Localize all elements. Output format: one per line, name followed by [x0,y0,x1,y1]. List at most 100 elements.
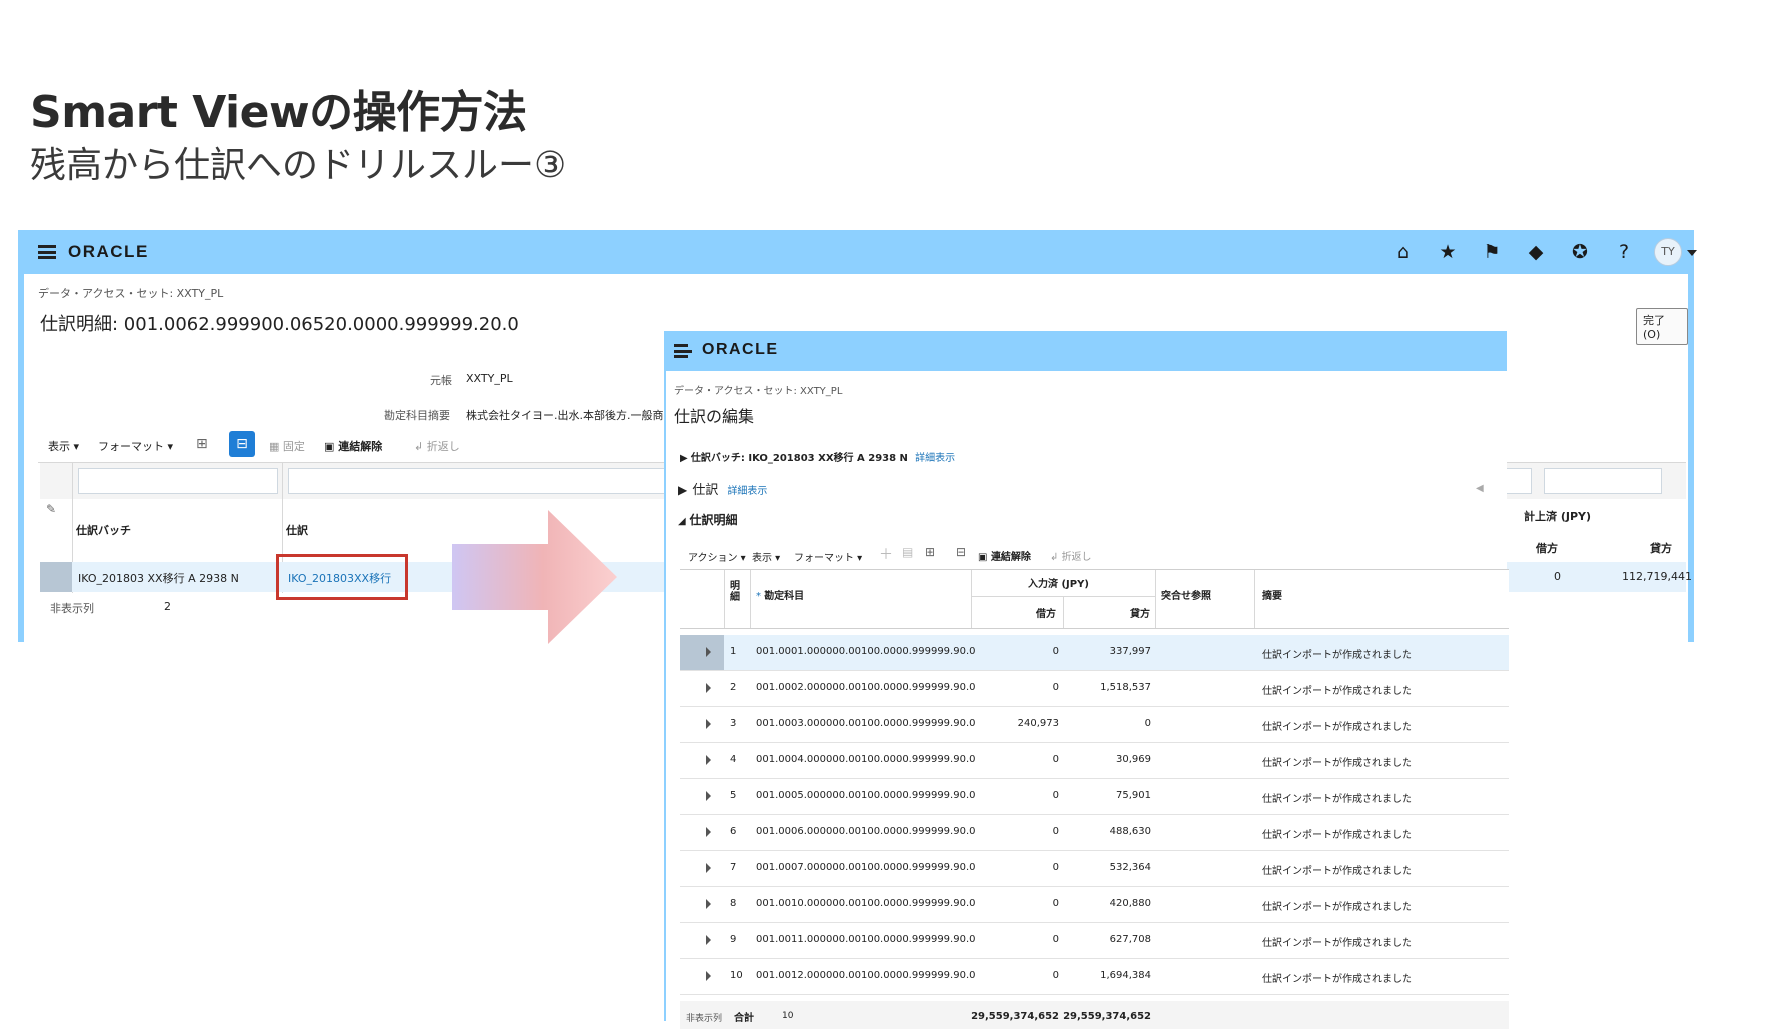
columns-icon[interactable]: ⊞ [925,545,935,559]
column-header-reconcile[interactable]: 突合せ参照 [1161,587,1211,602]
batch-section[interactable]: ▶ 仕訳バッチ: IKO_201803 XX移行 A 2938 N 詳細表示 [680,449,955,464]
format-menu[interactable]: フォーマット ▾ [98,438,173,454]
table-row[interactable]: 1 001.0001.000000.00100.0000.999999.90.0 0… [680,635,1509,671]
drill-through-arrow [452,510,617,644]
chevron-down-icon[interactable] [1687,250,1697,256]
table-row[interactable]: 3 001.0003.000000.00100.0000.999999.90.0 2… [680,707,1509,743]
page-title: 仕訳の編集 [674,407,755,426]
wrap-button[interactable]: ↲ 折返し [414,438,460,454]
columns-icon[interactable]: ⊞ [196,436,208,452]
accessibility-icon[interactable]: ✪ [1567,239,1593,265]
query-by-example-icon[interactable]: ⊟ [229,431,255,457]
table-row[interactable]: 9 001.0011.000000.00100.0000.999999.90.0 0… [680,923,1509,959]
oracle-logo: ORACLE [68,242,149,261]
expand-icon[interactable]: ▶ [680,453,688,464]
journal-detail-link[interactable]: 詳細表示 [727,486,767,497]
journal-section[interactable]: ▶ 仕訳 詳細表示 [678,479,767,498]
star-icon[interactable]: ★ [1435,239,1461,265]
journal-link[interactable]: IKO_201803XX移行 [288,570,391,586]
action-menu[interactable]: アクション ▾ [688,549,746,564]
total-debit: 29,559,374,652 [971,1011,1059,1022]
flag-icon[interactable]: ⚑ [1479,239,1505,265]
column-header-debit[interactable]: 借方 [1036,605,1056,620]
expand-row-icon[interactable] [706,827,711,837]
view-menu[interactable]: 表示 ▾ [48,438,79,454]
menu-icon[interactable] [674,344,692,358]
column-header-account[interactable]: * 勘定科目 [756,587,804,602]
detach-button[interactable]: ▣ 連結解除 [978,548,1031,563]
edit-icon[interactable]: ✎ [46,502,56,516]
cell-description: 仕訳インポートが作成されました [1262,974,1412,985]
column-header-description[interactable]: 摘要 [1262,587,1282,602]
detach-button[interactable]: ▣ 連結解除 [324,438,382,454]
format-menu-label: フォーマット [794,553,854,564]
expand-row-icon[interactable] [706,719,711,729]
column-header-debit[interactable]: 借方 [1536,540,1558,556]
filter-input-batch[interactable] [78,468,278,494]
lines-section[interactable]: ◢ 仕訳明細 [678,511,738,528]
wrap-label: 折返し [426,440,460,453]
freeze-button[interactable]: ▦ 固定 [269,438,305,454]
column-header-journal[interactable]: 仕訳 [286,522,308,538]
ledger-value: XXTY_PL [466,372,513,385]
expand-icon[interactable]: ▶ [678,483,687,497]
row-debit: 0 [1554,570,1561,583]
row-batch: IKO_201803 XX移行 A 2938 N [78,572,239,585]
format-menu[interactable]: フォーマット ▾ [794,549,862,564]
hidden-columns-count: 2 [164,600,171,613]
table-row[interactable]: 8 001.0010.000000.00100.0000.999999.90.0 0… [680,887,1509,923]
cell-credit: 337,997 [1109,646,1151,657]
expand-row-icon[interactable] [706,791,711,801]
row-selector[interactable] [680,635,724,670]
journal-section-label: 仕訳 [692,483,719,498]
view-menu[interactable]: 表示 ▾ [752,549,780,564]
help-icon[interactable]: ? [1611,239,1637,265]
collapse-pane-icon[interactable]: ◀ [1476,483,1484,494]
menu-icon[interactable] [38,245,56,259]
column-header-batch[interactable]: 仕訳バッチ [76,522,131,538]
expand-row-icon[interactable] [706,683,711,693]
expand-row-icon[interactable] [706,971,711,981]
row-credit: 112,719,441 [1622,570,1692,583]
expand-row-icon[interactable] [706,899,711,909]
batch-detail-link[interactable]: 詳細表示 [915,453,955,464]
table-row[interactable]: 7 001.0007.000000.00100.0000.999999.90.0 0… [680,851,1509,887]
cell-debit: 0 [1052,862,1059,873]
cell-account: 001.0005.000000.00100.0000.999999.90.0 [756,790,976,801]
expand-row-icon[interactable] [706,935,711,945]
expand-row-icon[interactable] [706,755,711,765]
filter-input-credit[interactable] [1544,468,1662,494]
table-row[interactable]: 2 001.0002.000000.00100.0000.999999.90.0 0… [680,671,1509,707]
cell-description: 仕訳インポートが作成されました [1262,794,1412,805]
table-row[interactable]: 6 001.0006.000000.00100.0000.999999.90.0 0… [680,815,1509,851]
cell-line-no: 9 [730,934,737,945]
table-row[interactable]: 5 001.0005.000000.00100.0000.999999.90.0 0… [680,779,1509,815]
wrap-label: 折返し [1061,552,1092,563]
cell-debit: 0 [1052,898,1059,909]
query-by-example-icon[interactable]: ⊟ [956,545,966,559]
user-avatar[interactable]: TY [1654,238,1682,266]
expand-row-icon[interactable] [706,647,711,657]
add-icon[interactable]: ＋ [879,544,893,564]
expand-row-icon[interactable] [706,863,711,873]
wrap-button[interactable]: ↲ 折返し [1050,548,1092,563]
cell-debit: 0 [1052,682,1059,693]
column-header-line[interactable]: 明細 [730,581,742,603]
oracle-logo: ORACLE [702,341,779,358]
column-header-credit[interactable]: 貸方 [1650,540,1672,556]
back-window-topbar: ORACLE ⌂ ★ ⚑ ◆ ✪ ? TY [24,230,1697,274]
page-title: 仕訳明細: 001.0062.999900.06520.0000.999999.… [40,314,519,335]
collapse-icon[interactable]: ◢ [678,516,686,527]
total-credit: 29,559,374,652 [1063,1011,1151,1022]
cell-credit: 420,880 [1109,898,1151,909]
column-header-credit[interactable]: 貸方 [1130,605,1150,620]
filter-input-journal[interactable] [288,468,668,494]
home-icon[interactable]: ⌂ [1390,239,1416,265]
notifications-icon[interactable]: ◆ [1523,239,1549,265]
duplicate-icon[interactable]: ▤ [902,545,913,559]
table-row[interactable]: 4 001.0004.000000.00100.0000.999999.90.0 0… [680,743,1509,779]
cell-line-no: 8 [730,898,737,909]
done-button[interactable]: 完了(O) [1636,308,1688,345]
column-header-account-label: 勘定科目 [764,591,805,602]
table-row[interactable]: 10 001.0012.000000.00100.0000.999999.90.0… [680,959,1509,995]
